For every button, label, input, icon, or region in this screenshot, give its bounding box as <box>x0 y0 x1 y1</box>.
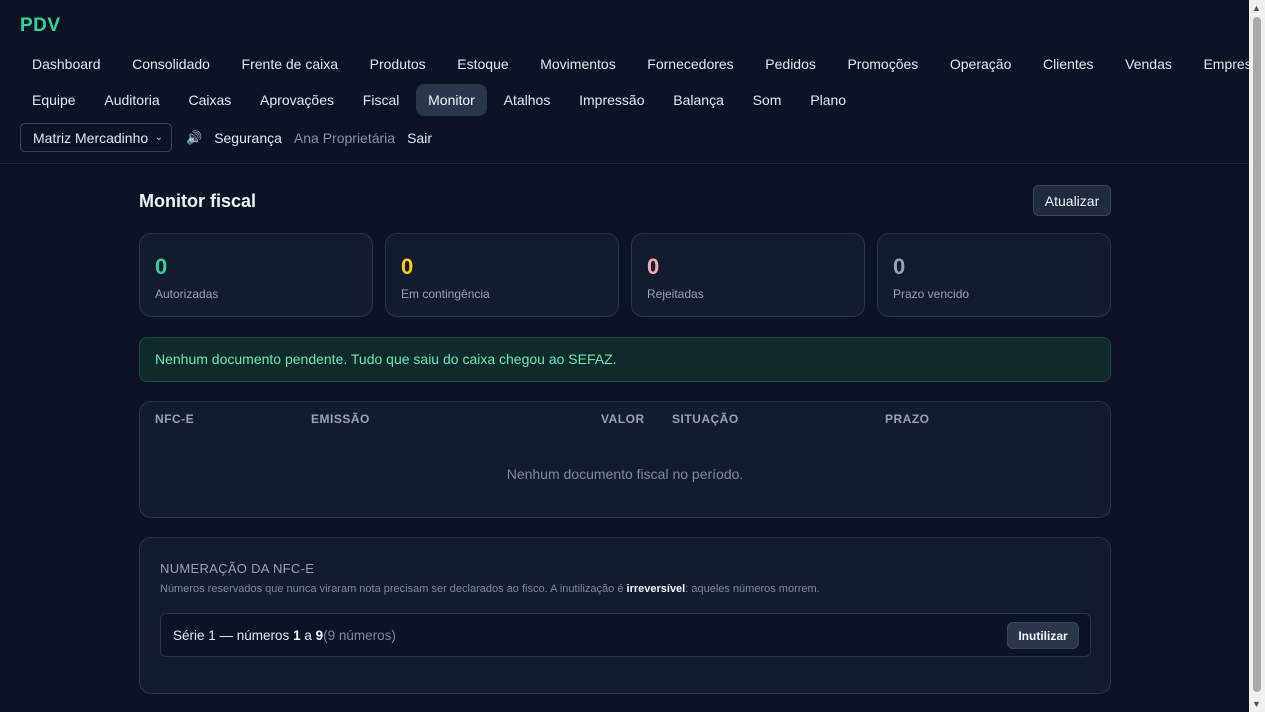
scroll-up-arrow-icon[interactable]: ▲ <box>1252 3 1261 13</box>
stat-value: 0 <box>155 254 168 279</box>
stat-label: Em contingência <box>401 287 490 301</box>
nav-item-consolidado[interactable]: Consolidado <box>120 48 222 80</box>
nav-item-clientes[interactable]: Clientes <box>1031 48 1106 80</box>
store-select-value: Matriz Mercadinho <box>33 129 149 146</box>
table-empty-message: Nenhum documento fiscal no período. <box>506 466 744 482</box>
nav-item-fiscal[interactable]: Fiscal <box>351 84 412 116</box>
column-header-emissao[interactable]: EMISSÃO <box>311 412 370 426</box>
nav-item-atalhos[interactable]: Atalhos <box>492 84 563 116</box>
brand-logo[interactable]: PDV <box>20 15 61 37</box>
speaker-icon[interactable]: 🔊 <box>186 130 202 146</box>
page-scrollbar[interactable]: ▲ ▼ <box>1249 0 1265 712</box>
numbering-desc-emphasis: irreversível <box>626 583 686 595</box>
chevron-down-icon: ⌄ <box>154 132 163 143</box>
stat-card-autorizadas: 0 Autorizadas <box>139 233 373 317</box>
numbering-desc-tail: : aqueles números morrem. <box>685 583 820 595</box>
numbering-desc-text: Números reservados que nunca viraram not… <box>160 583 627 595</box>
range-count: (9 números) <box>323 628 396 643</box>
stat-value: 0 <box>401 254 414 279</box>
column-header-prazo[interactable]: PRAZO <box>885 412 930 426</box>
nav-item-dashboard[interactable]: Dashboard <box>20 48 113 80</box>
nav-row-secondary: Equipe Auditoria Caixas Aprovações Fiscal Mon… <box>20 84 859 116</box>
documents-table: NFC-E EMISSÃO VALOR SITUAÇÃO PRAZO Nenhu… <box>139 401 1111 518</box>
nav-item-estoque[interactable]: Estoque <box>445 48 520 80</box>
page-title: Monitor fiscal <box>139 191 257 211</box>
numbering-description: Números reservados que nunca viraram not… <box>160 583 820 595</box>
range-start: 1 <box>293 628 301 643</box>
nav-item-aprovacoes[interactable]: Aprovações <box>248 84 346 116</box>
top-navigation: PDV Dashboard Consolidado Frente de caixa P… <box>0 0 1265 164</box>
stat-card-rejeitadas: 0 Rejeitadas <box>631 233 865 317</box>
scrollbar-thumb[interactable] <box>1253 17 1261 692</box>
nav-item-impressao[interactable]: Impressão <box>567 84 656 116</box>
nav-item-produtos[interactable]: Produtos <box>358 48 438 80</box>
series-info: Série 1 — números 1 a 9(9 números) <box>173 628 396 643</box>
nav-row-primary: Dashboard Consolidado Frente de caixa Produ… <box>20 48 1265 80</box>
nav-item-fornecedores[interactable]: Fornecedores <box>635 48 745 80</box>
range-separator: a <box>300 628 316 643</box>
store-select[interactable]: Matriz Mercadinho ⌄ <box>20 123 172 152</box>
stat-value: 0 <box>647 254 660 279</box>
nav-item-vendas[interactable]: Vendas <box>1113 48 1184 80</box>
security-link[interactable]: Segurança <box>214 130 282 146</box>
stat-label: Autorizadas <box>155 287 219 301</box>
refresh-button[interactable]: Atualizar <box>1033 185 1111 216</box>
nav-item-frente-de-caixa[interactable]: Frente de caixa <box>230 48 351 80</box>
series-label: Série 1 — números <box>173 628 294 643</box>
nav-item-movimentos[interactable]: Movimentos <box>528 48 627 80</box>
nav-item-caixas[interactable]: Caixas <box>176 84 243 116</box>
stat-label: Prazo vencido <box>893 287 970 301</box>
column-header-nfce[interactable]: NFC-E <box>155 412 194 426</box>
logout-link[interactable]: Sair <box>407 130 432 146</box>
stat-card-prazo-vencido: 0 Prazo vencido <box>877 233 1111 317</box>
nav-item-balanca[interactable]: Balança <box>661 84 736 116</box>
nav-item-monitor[interactable]: Monitor <box>416 84 487 116</box>
table-header: NFC-E EMISSÃO VALOR SITUAÇÃO PRAZO <box>140 402 1110 434</box>
stat-label: Rejeitadas <box>647 287 704 301</box>
inutilize-button[interactable]: Inutilizar <box>1007 622 1079 649</box>
stats-cards: 0 Autorizadas 0 Em contingência 0 Rejeitadas 0… <box>139 233 1111 317</box>
nav-item-som[interactable]: Som <box>741 84 794 116</box>
numbering-card: NUMERAÇÃO DA NFC-E Números reservados qu… <box>139 537 1111 694</box>
stat-card-em-contingencia: 0 Em contingência <box>385 233 619 317</box>
column-header-valor[interactable]: VALOR <box>601 412 645 426</box>
header-controls: Matriz Mercadinho ⌄ 🔊 Segurança Ana Prop… <box>20 123 432 152</box>
nav-item-equipe[interactable]: Equipe <box>20 84 88 116</box>
numbering-title: NUMERAÇÃO DA NFC-E <box>160 561 315 576</box>
user-name: Ana Proprietária <box>293 129 396 146</box>
status-notice: Nenhum documento pendente. Tudo que saiu… <box>139 337 1111 382</box>
scroll-down-arrow-icon[interactable]: ▼ <box>1252 699 1261 709</box>
nav-item-promocoes[interactable]: Promoções <box>835 48 930 80</box>
range-end: 9 <box>315 628 324 643</box>
nav-item-auditoria[interactable]: Auditoria <box>92 84 171 116</box>
nav-item-operacao[interactable]: Operação <box>938 48 1023 80</box>
series-row: Série 1 — números 1 a 9(9 números) Inuti… <box>160 613 1091 657</box>
column-header-situacao[interactable]: SITUAÇÃO <box>672 412 739 426</box>
nav-item-pedidos[interactable]: Pedidos <box>753 48 828 80</box>
stat-value: 0 <box>893 254 906 279</box>
nav-item-plano[interactable]: Plano <box>798 84 858 116</box>
